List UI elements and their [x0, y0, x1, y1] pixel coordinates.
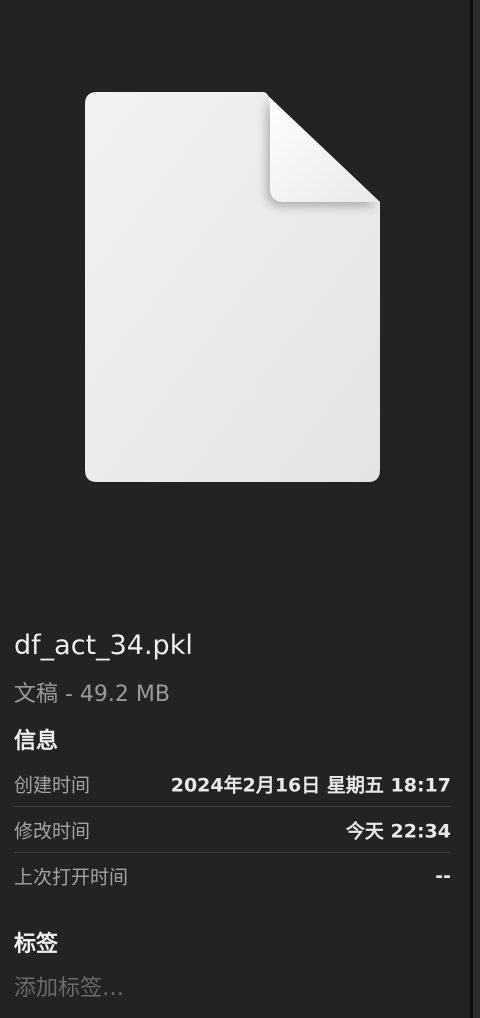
last-opened-value: --: [435, 865, 451, 887]
info-row-created: 创建时间 2024年2月16日 星期五 18:17: [14, 761, 451, 807]
info-row-modified: 修改时间 今天 22:34: [14, 807, 451, 853]
last-opened-label: 上次打开时间: [14, 866, 129, 889]
document-preview-icon: [84, 90, 382, 485]
info-row-last-opened: 上次打开时间 --: [14, 853, 451, 899]
add-tags-input[interactable]: 添加标签…: [14, 970, 124, 1002]
file-name: df_act_34.pkl: [14, 630, 193, 661]
info-panel: df_act_34.pkl 文稿 - 49.2 MB 信息 创建时间 2024年…: [0, 0, 470, 1018]
tags-section-title: 标签: [14, 932, 59, 957]
file-kind-size: 文稿 - 49.2 MB: [14, 682, 170, 707]
modified-value: 今天 22:34: [345, 820, 451, 843]
created-label: 创建时间: [14, 774, 91, 797]
window-edge: [473, 0, 480, 1018]
info-section-title: 信息: [14, 729, 59, 754]
created-value: 2024年2月16日 星期五 18:17: [170, 774, 451, 797]
modified-label: 修改时间: [14, 820, 91, 843]
